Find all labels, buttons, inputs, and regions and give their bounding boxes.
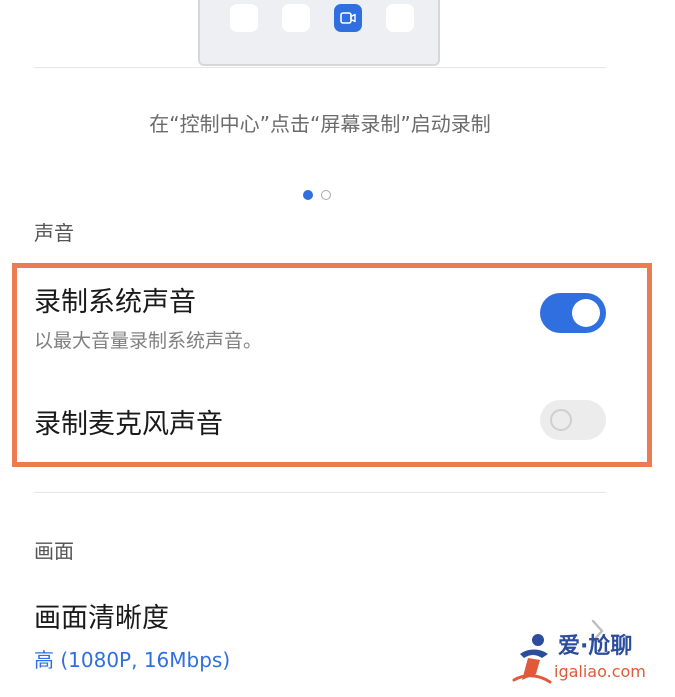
watermark-logo xyxy=(512,634,552,684)
section-label-picture: 画面 xyxy=(34,539,74,563)
screen-record-tile xyxy=(334,4,362,32)
resolution-title[interactable]: 画面清晰度 xyxy=(34,596,169,635)
annotation-highlight-box xyxy=(12,263,652,467)
control-tile xyxy=(230,4,258,32)
watermark-title: 爱·尬聊 xyxy=(558,634,633,659)
screen-recording-settings: 在“控制中心”点击“屏幕录制”启动录制 声音 录制系统声音 以最大音量录制系统声… xyxy=(0,0,675,697)
divider xyxy=(34,67,606,68)
control-center-illustration xyxy=(198,0,440,66)
video-camera-icon xyxy=(340,12,356,24)
section-label-sound: 声音 xyxy=(34,221,74,245)
control-tile xyxy=(386,4,414,32)
control-tile xyxy=(282,4,310,32)
divider xyxy=(34,492,606,493)
page-dot-active[interactable] xyxy=(303,190,313,200)
watermark-url: igaliao.com xyxy=(554,662,646,681)
watermark: 爱·尬聊 igaliao.com xyxy=(510,626,670,692)
carousel-page-indicator xyxy=(303,190,331,200)
carousel-instruction: 在“控制中心”点击“屏幕录制”启动录制 xyxy=(149,112,491,136)
resolution-value: 高 (1080P, 16Mbps) xyxy=(34,648,231,672)
page-dot[interactable] xyxy=(321,190,331,200)
